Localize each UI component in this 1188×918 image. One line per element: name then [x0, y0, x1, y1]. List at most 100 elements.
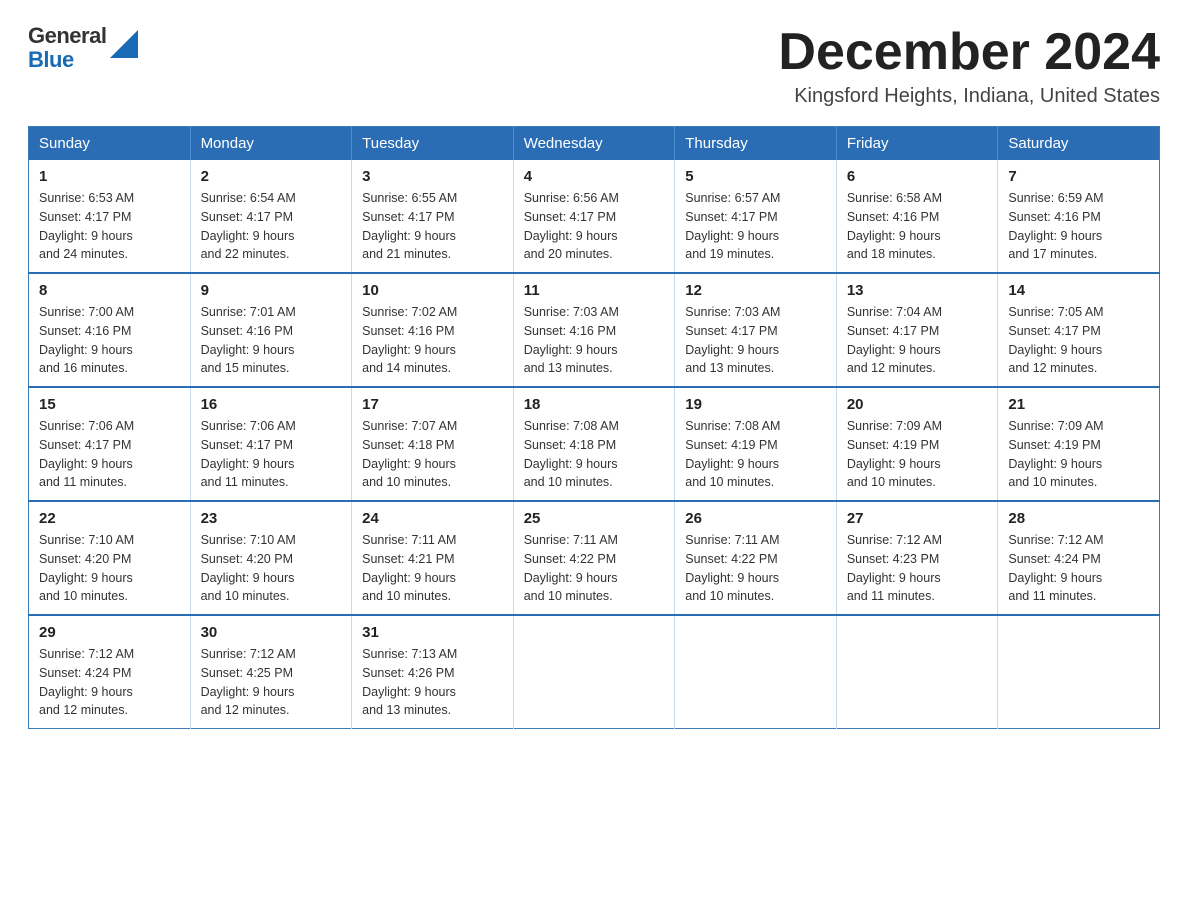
day-info: Sunrise: 7:10 AMSunset: 4:20 PMDaylight:…	[201, 531, 342, 606]
calendar-cell: 10 Sunrise: 7:02 AMSunset: 4:16 PMDayligh…	[352, 273, 514, 387]
day-info: Sunrise: 6:54 AMSunset: 4:17 PMDaylight:…	[201, 189, 342, 264]
day-number: 4	[524, 168, 665, 185]
logo-icon	[110, 30, 138, 58]
calendar-header: SundayMondayTuesdayWednesdayThursdayFrid…	[29, 127, 1160, 161]
day-info: Sunrise: 7:09 AMSunset: 4:19 PMDaylight:…	[1008, 417, 1149, 492]
day-info: Sunrise: 7:03 AMSunset: 4:17 PMDaylight:…	[685, 303, 826, 378]
day-number: 19	[685, 396, 826, 413]
calendar-cell: 22 Sunrise: 7:10 AMSunset: 4:20 PMDayligh…	[29, 501, 191, 615]
calendar-cell: 3Sunrise: 6:55 AMSunset: 4:17 PMDaylight…	[352, 160, 514, 273]
month-title: December 2024	[778, 24, 1160, 81]
week-row-3: 15 Sunrise: 7:06 AMSunset: 4:17 PMDayligh…	[29, 387, 1160, 501]
day-info: Sunrise: 7:00 AMSunset: 4:16 PMDaylight:…	[39, 303, 180, 378]
day-number: 6	[847, 168, 988, 185]
day-number: 18	[524, 396, 665, 413]
logo-blue-text: Blue	[28, 48, 106, 72]
day-info: Sunrise: 7:12 AMSunset: 4:24 PMDaylight:…	[1008, 531, 1149, 606]
page-header: General Blue December 2024 Kingsford Hei…	[28, 24, 1160, 108]
day-info: Sunrise: 7:09 AMSunset: 4:19 PMDaylight:…	[847, 417, 988, 492]
day-number: 20	[847, 396, 988, 413]
day-number: 2	[201, 168, 342, 185]
calendar-cell: 24Sunrise: 7:11 AMSunset: 4:21 PMDayligh…	[352, 501, 514, 615]
calendar-cell: 31Sunrise: 7:13 AMSunset: 4:26 PMDayligh…	[352, 615, 514, 729]
calendar-cell: 23 Sunrise: 7:10 AMSunset: 4:20 PMDayligh…	[190, 501, 352, 615]
day-info: Sunrise: 7:07 AMSunset: 4:18 PMDaylight:…	[362, 417, 503, 492]
day-info: Sunrise: 7:05 AMSunset: 4:17 PMDaylight:…	[1008, 303, 1149, 378]
calendar-cell: 29Sunrise: 7:12 AMSunset: 4:24 PMDayligh…	[29, 615, 191, 729]
header-day-thursday: Thursday	[675, 127, 837, 161]
day-number: 26	[685, 510, 826, 527]
calendar-cell: 9Sunrise: 7:01 AMSunset: 4:16 PMDaylight…	[190, 273, 352, 387]
calendar-cell: 11 Sunrise: 7:03 AMSunset: 4:16 PMDayligh…	[513, 273, 675, 387]
header-day-friday: Friday	[836, 127, 998, 161]
day-number: 16	[201, 396, 342, 413]
day-info: Sunrise: 7:11 AMSunset: 4:22 PMDaylight:…	[524, 531, 665, 606]
calendar-cell: 26 Sunrise: 7:11 AMSunset: 4:22 PMDayligh…	[675, 501, 837, 615]
calendar-cell: 1 Sunrise: 6:53 AMSunset: 4:17 PMDaylight…	[29, 160, 191, 273]
day-number: 30	[201, 624, 342, 641]
day-number: 23	[201, 510, 342, 527]
header-day-sunday: Sunday	[29, 127, 191, 161]
day-info: Sunrise: 7:06 AMSunset: 4:17 PMDaylight:…	[201, 417, 342, 492]
calendar-cell	[836, 615, 998, 729]
day-number: 1	[39, 168, 180, 185]
day-info: Sunrise: 7:12 AMSunset: 4:23 PMDaylight:…	[847, 531, 988, 606]
week-row-1: 1 Sunrise: 6:53 AMSunset: 4:17 PMDaylight…	[29, 160, 1160, 273]
day-number: 27	[847, 510, 988, 527]
day-info: Sunrise: 6:56 AMSunset: 4:17 PMDaylight:…	[524, 189, 665, 264]
calendar-cell: 12Sunrise: 7:03 AMSunset: 4:17 PMDayligh…	[675, 273, 837, 387]
day-info: Sunrise: 7:13 AMSunset: 4:26 PMDaylight:…	[362, 645, 503, 720]
day-info: Sunrise: 7:01 AMSunset: 4:16 PMDaylight:…	[201, 303, 342, 378]
calendar-cell: 17 Sunrise: 7:07 AMSunset: 4:18 PMDayligh…	[352, 387, 514, 501]
day-info: Sunrise: 7:10 AMSunset: 4:20 PMDaylight:…	[39, 531, 180, 606]
calendar-cell: 18 Sunrise: 7:08 AMSunset: 4:18 PMDayligh…	[513, 387, 675, 501]
day-number: 21	[1008, 396, 1149, 413]
calendar-cell	[513, 615, 675, 729]
calendar-cell: 19 Sunrise: 7:08 AMSunset: 4:19 PMDayligh…	[675, 387, 837, 501]
title-section: December 2024 Kingsford Heights, Indiana…	[778, 24, 1160, 108]
calendar-cell: 14Sunrise: 7:05 AMSunset: 4:17 PMDayligh…	[998, 273, 1160, 387]
calendar-cell: 4 Sunrise: 6:56 AMSunset: 4:17 PMDaylight…	[513, 160, 675, 273]
header-day-wednesday: Wednesday	[513, 127, 675, 161]
calendar-cell: 27 Sunrise: 7:12 AMSunset: 4:23 PMDayligh…	[836, 501, 998, 615]
calendar-cell: 7Sunrise: 6:59 AMSunset: 4:16 PMDaylight…	[998, 160, 1160, 273]
day-number: 17	[362, 396, 503, 413]
header-day-monday: Monday	[190, 127, 352, 161]
calendar-cell: 28 Sunrise: 7:12 AMSunset: 4:24 PMDayligh…	[998, 501, 1160, 615]
calendar-cell: 16 Sunrise: 7:06 AMSunset: 4:17 PMDayligh…	[190, 387, 352, 501]
day-info: Sunrise: 7:06 AMSunset: 4:17 PMDaylight:…	[39, 417, 180, 492]
location-title: Kingsford Heights, Indiana, United State…	[778, 85, 1160, 108]
logo-general-text: General	[28, 24, 106, 48]
day-number: 7	[1008, 168, 1149, 185]
day-info: Sunrise: 7:03 AMSunset: 4:16 PMDaylight:…	[524, 303, 665, 378]
header-day-saturday: Saturday	[998, 127, 1160, 161]
day-number: 3	[362, 168, 503, 185]
week-row-5: 29Sunrise: 7:12 AMSunset: 4:24 PMDayligh…	[29, 615, 1160, 729]
day-info: Sunrise: 7:12 AMSunset: 4:24 PMDaylight:…	[39, 645, 180, 720]
header-day-tuesday: Tuesday	[352, 127, 514, 161]
day-number: 11	[524, 282, 665, 299]
calendar-table: SundayMondayTuesdayWednesdayThursdayFrid…	[28, 126, 1160, 729]
logo: General Blue	[28, 24, 138, 72]
calendar-cell: 8 Sunrise: 7:00 AMSunset: 4:16 PMDaylight…	[29, 273, 191, 387]
day-info: Sunrise: 7:08 AMSunset: 4:19 PMDaylight:…	[685, 417, 826, 492]
day-number: 24	[362, 510, 503, 527]
header-row: SundayMondayTuesdayWednesdayThursdayFrid…	[29, 127, 1160, 161]
day-number: 28	[1008, 510, 1149, 527]
calendar-cell: 25 Sunrise: 7:11 AMSunset: 4:22 PMDayligh…	[513, 501, 675, 615]
day-info: Sunrise: 6:53 AMSunset: 4:17 PMDaylight:…	[39, 189, 180, 264]
calendar-cell: 6 Sunrise: 6:58 AMSunset: 4:16 PMDaylight…	[836, 160, 998, 273]
day-info: Sunrise: 7:08 AMSunset: 4:18 PMDaylight:…	[524, 417, 665, 492]
day-number: 8	[39, 282, 180, 299]
day-number: 10	[362, 282, 503, 299]
calendar-body: 1 Sunrise: 6:53 AMSunset: 4:17 PMDaylight…	[29, 160, 1160, 729]
day-number: 22	[39, 510, 180, 527]
day-info: Sunrise: 6:57 AMSunset: 4:17 PMDaylight:…	[685, 189, 826, 264]
day-number: 15	[39, 396, 180, 413]
day-info: Sunrise: 7:02 AMSunset: 4:16 PMDaylight:…	[362, 303, 503, 378]
calendar-cell: 20 Sunrise: 7:09 AMSunset: 4:19 PMDayligh…	[836, 387, 998, 501]
day-info: Sunrise: 6:58 AMSunset: 4:16 PMDaylight:…	[847, 189, 988, 264]
day-number: 5	[685, 168, 826, 185]
day-number: 25	[524, 510, 665, 527]
day-info: Sunrise: 7:11 AMSunset: 4:22 PMDaylight:…	[685, 531, 826, 606]
